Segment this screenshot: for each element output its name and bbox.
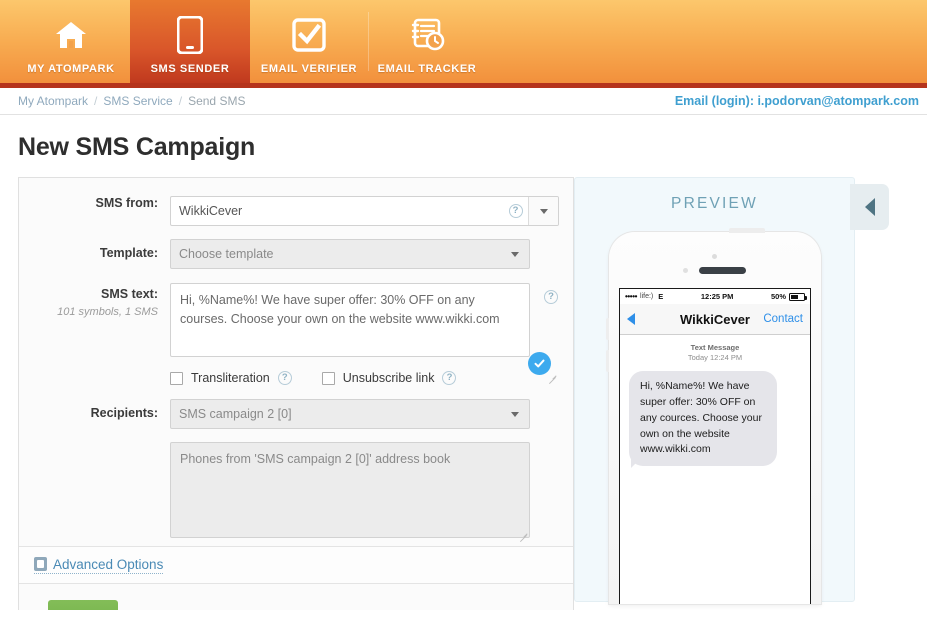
main-navigation: MY ATOMPARK SMS SENDER EMAIL VERIFIER EM… <box>0 0 927 88</box>
chevron-down-icon <box>539 208 548 214</box>
phone-volume-down-button <box>606 350 609 372</box>
nav-tab-label: MY ATOMPARK <box>27 62 115 75</box>
sms-from-help-container: ? <box>503 197 529 225</box>
help-icon[interactable]: ? <box>277 371 292 385</box>
phone-volume-up-button <box>606 318 609 340</box>
battery-percent-label: 50% <box>770 292 786 301</box>
phone-status-bar: ••••• life:) E 12:25 PM 50% <box>620 289 810 304</box>
sms-from-control: ? <box>170 196 559 226</box>
phone-camera-icon <box>712 254 717 259</box>
sms-text-label: SMS text: <box>101 287 158 301</box>
recipients-select[interactable]: SMS campaign 2 [0] <box>170 399 530 429</box>
sms-options-row: Transliteration ? Unsubscribe link ? <box>170 371 530 385</box>
sms-from-dropdown-button[interactable] <box>529 197 558 225</box>
sms-from-label: SMS from: <box>95 196 159 210</box>
transliteration-checkbox[interactable] <box>170 371 183 385</box>
transliteration-label[interactable]: Transliteration <box>191 371 270 385</box>
page-body: SMS from: ? Template: Choose template <box>0 177 927 634</box>
checkbox-check-icon <box>292 15 326 55</box>
recipients-label: Recipients: <box>90 406 158 420</box>
template-label: Template: <box>99 246 158 260</box>
preview-panel: PREVIEW ••••• life:) E 12:25 PM 50% Wikk… <box>574 177 889 604</box>
sms-text-valid-badge <box>528 352 551 375</box>
help-icon[interactable]: ? <box>442 371 457 385</box>
phone-contact-button[interactable]: Contact <box>763 313 803 325</box>
message-meta: Text Message Today 12:24 PM <box>629 343 801 363</box>
template-select-value: Choose template <box>179 247 274 261</box>
advanced-options-label: Advanced Options <box>53 556 164 572</box>
textarea-resize-grip[interactable] <box>547 373 557 383</box>
home-icon <box>55 15 87 55</box>
page-bottom-strip <box>0 610 927 634</box>
status-clock: 12:25 PM <box>700 292 734 301</box>
breadcrumb-item-my-atompark[interactable]: My Atompark <box>18 94 88 108</box>
preview-title: PREVIEW <box>671 195 758 212</box>
breadcrumb-item-sms-service[interactable]: SMS Service <box>103 94 172 108</box>
help-icon[interactable]: ? <box>544 290 558 304</box>
nav-tab-label: SMS SENDER <box>150 62 230 75</box>
breadcrumb-bar: My Atompark / SMS Service / Send SMS Ema… <box>0 88 927 115</box>
expand-panel-icon <box>34 557 47 571</box>
unsubscribe-link-checkbox[interactable] <box>321 371 335 385</box>
phone-nav-bar: WikkiCever Contact <box>620 304 810 335</box>
nav-tab-email-tracker[interactable]: EMAIL TRACKER <box>368 0 486 83</box>
advanced-options-row: Advanced Options <box>19 546 573 584</box>
nav-tab-sms-sender[interactable]: SMS SENDER <box>130 0 250 83</box>
unsubscribe-link-label[interactable]: Unsubscribe link <box>343 371 435 385</box>
sms-text-label-group: SMS text: 101 symbols, 1 SMS <box>33 283 170 319</box>
phone-sensor-icon <box>683 268 688 273</box>
triangle-left-icon <box>864 198 875 216</box>
message-meta-time: Today 12:24 PM <box>687 353 743 363</box>
account-login-label: Email (login): i.podorvan@atompark.com <box>674 94 919 108</box>
recipients-phones-textarea[interactable]: Phones from 'SMS campaign 2 [0]' address… <box>170 442 530 538</box>
page-title: New SMS Campaign <box>18 133 256 161</box>
chevron-down-icon <box>511 251 519 257</box>
template-select[interactable]: Choose template <box>170 239 530 269</box>
sms-text-counter: 101 symbols, 1 SMS <box>57 306 158 318</box>
network-type-label: E <box>658 292 664 301</box>
field-row-sms-from: SMS from: ? <box>19 178 573 226</box>
field-row-recipients: Recipients: SMS campaign 2 [0] Phones fr… <box>19 385 573 543</box>
sms-campaign-form: SMS from: ? Template: Choose template <box>18 177 574 634</box>
carrier-label: life:) <box>640 293 654 300</box>
nav-tab-label: EMAIL VERIFIER <box>260 62 358 75</box>
message-meta-title: Text Message <box>690 343 740 352</box>
nav-tab-my-atompark[interactable]: MY ATOMPARK <box>12 0 130 83</box>
sms-text-textarea[interactable]: Hi, %Name%! We have super offer: 30% OFF… <box>170 283 530 357</box>
signal-dots-icon: ••••• <box>625 292 638 301</box>
chevron-left-icon[interactable] <box>627 313 635 325</box>
preview-collapse-button[interactable] <box>850 184 889 230</box>
sms-from-input[interactable] <box>171 197 503 225</box>
nav-tab-label: EMAIL TRACKER <box>377 62 477 75</box>
phone-screen: ••••• life:) E 12:25 PM 50% WikkiCever C… <box>619 288 811 604</box>
breadcrumb-separator: / <box>178 94 183 108</box>
chevron-down-icon <box>511 411 519 417</box>
message-bubble: Hi, %Name%! We have super offer: 30% OFF… <box>629 371 777 466</box>
nav-tab-email-verifier[interactable]: EMAIL VERIFIER <box>250 0 368 83</box>
phone-power-button <box>729 228 765 233</box>
recipients-select-value: SMS campaign 2 [0] <box>179 407 292 421</box>
breadcrumb-item-send-sms: Send SMS <box>188 94 246 108</box>
help-icon[interactable]: ? <box>508 204 523 218</box>
phone-mockup: ••••• life:) E 12:25 PM 50% WikkiCever C… <box>606 228 821 604</box>
phone-message-area: Text Message Today 12:24 PM Hi, %Name%! … <box>620 335 810 604</box>
advanced-options-link[interactable]: Advanced Options <box>34 556 164 574</box>
phone-speaker-icon <box>699 267 746 274</box>
field-row-template: Template: Choose template <box>19 226 573 269</box>
field-row-sms-text: SMS text: 101 symbols, 1 SMS Hi, %Name%!… <box>19 269 573 385</box>
notebook-clock-icon <box>409 15 445 55</box>
mobile-phone-icon <box>177 15 203 55</box>
battery-icon <box>789 292 807 301</box>
breadcrumb-separator: / <box>94 94 98 108</box>
breadcrumb: My Atompark / SMS Service / Send SMS <box>18 94 245 108</box>
